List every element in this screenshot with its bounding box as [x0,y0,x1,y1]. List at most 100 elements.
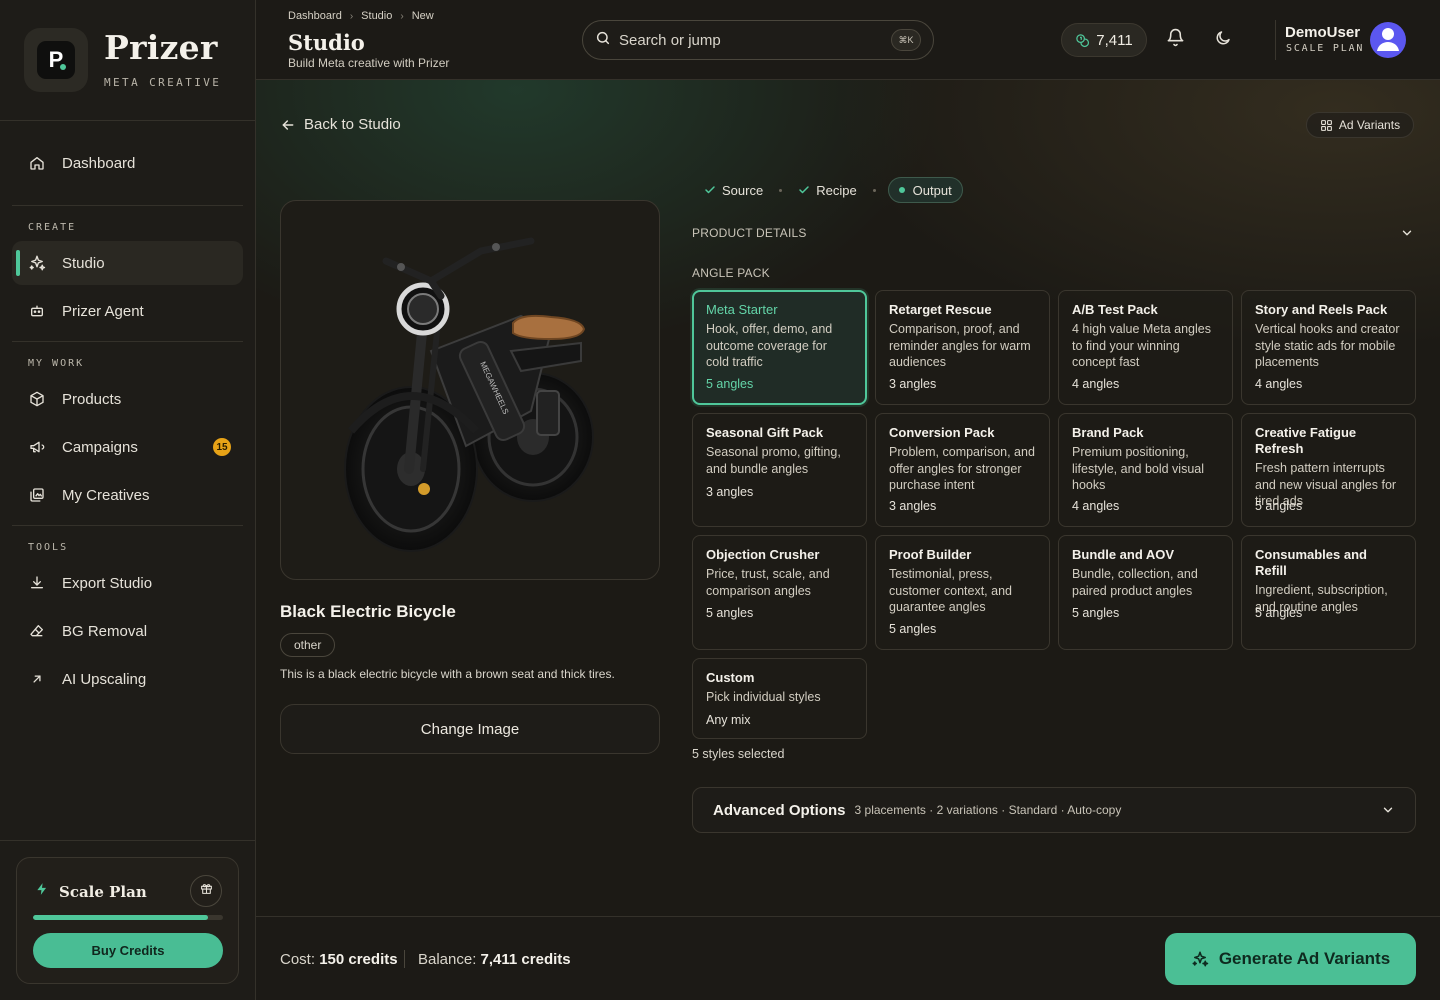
pack-angle-count: 4 angles [1072,499,1120,513]
pack-angle-count: 4 angles [1255,377,1303,391]
breadcrumb-studio[interactable]: Studio [361,10,392,22]
balance-summary: Balance: 7,411 credits [418,951,571,968]
breadcrumb-new: New [411,10,434,22]
step-source[interactable]: Source [700,177,767,203]
theme-toggle-button[interactable] [1211,28,1235,52]
product-details-header[interactable]: PRODUCT DETAILS [692,226,807,240]
back-label: Back to Studio [304,116,401,133]
step-output[interactable]: Output [887,177,963,203]
download-icon [28,574,46,592]
pack-angle-count: 3 angles [706,485,754,499]
footer-divider [404,950,405,968]
pack-card-bundle-aov[interactable]: Bundle and AOV Bundle, collection, and p… [1058,535,1233,650]
balance-label: Balance: [418,951,477,968]
product-image-card: MEGAWHEELS [280,200,660,580]
pack-description: Pick individual styles [706,690,821,704]
sidebar: P Prizer META CREATIVE Dashboard CREATE … [0,0,256,1000]
check-icon [798,184,810,196]
pack-card-ab-test[interactable]: A/B Test Pack 4 high value Meta angles t… [1058,290,1233,405]
advanced-options-summary: 3 placements · 2 variations · Standard ·… [854,803,1122,817]
search-input[interactable] [619,31,879,49]
pack-description: Problem, comparison, and offer angles fo… [889,445,1035,492]
product-description: This is a black electric bicycle with a … [280,667,615,681]
search-bar[interactable]: ⌘K [582,20,934,60]
credits-balance-pill[interactable]: 7,411 [1061,23,1147,57]
generate-ad-variants-button[interactable]: Generate Ad Variants [1165,933,1416,985]
top-bar: Dashboard › Studio › New Studio Build Me… [256,0,1440,80]
pack-description: Comparison, proof, and reminder angles f… [889,322,1031,369]
pack-card-custom[interactable]: Custom Pick individual styles Any mix [692,658,867,739]
product-details-toggle[interactable] [1400,226,1414,245]
pack-card-proof-builder[interactable]: Proof Builder Testimonial, press, custom… [875,535,1050,650]
pack-description: Seasonal promo, gifting, and bundle angl… [706,445,841,476]
angle-pack-label: ANGLE PACK [692,266,770,280]
section-label-create: CREATE [28,222,77,233]
sidebar-item-dashboard[interactable]: Dashboard [12,141,243,185]
step-separator [872,188,876,192]
sidebar-item-label: Export Studio [62,574,153,592]
sidebar-divider [12,205,243,206]
user-plan: SCALE PLAN [1286,43,1365,54]
change-image-button[interactable]: Change Image [280,704,660,754]
pack-title: Story and Reels Pack [1255,302,1388,317]
plan-usage-bar [33,915,223,920]
ad-variants-label: Ad Variants [1338,118,1401,132]
action-footer: Cost: 150 credits Balance: 7,411 credits… [256,916,1440,1000]
sidebar-item-my-creatives[interactable]: My Creatives [12,473,243,517]
lightning-icon [35,882,49,901]
step-recipe[interactable]: Recipe [794,177,860,203]
gift-button[interactable] [190,875,222,907]
sidebar-item-export-studio[interactable]: Export Studio [12,561,243,605]
sidebar-item-studio[interactable]: Studio [12,241,243,285]
pack-title: Meta Starter [706,302,778,317]
sidebar-item-label: Products [62,390,122,408]
sidebar-item-ai-upscaling[interactable]: AI Upscaling [12,657,243,701]
step-label: Recipe [816,182,857,198]
cost-value: 150 credits [319,951,398,968]
selected-styles-note: 5 styles selected [692,747,785,761]
pack-card-meta-starter[interactable]: Meta Starter Hook, offer, demo, and outc… [692,290,867,405]
robot-icon [28,302,46,320]
breadcrumb-dashboard[interactable]: Dashboard [288,10,342,22]
pack-angle-count: 5 angles [1255,606,1303,620]
section-label-my-work: MY WORK [28,358,85,369]
campaigns-count-badge: 15 [213,438,231,456]
pack-title: Conversion Pack [889,425,995,440]
search-shortcut-hint: ⌘K [891,29,921,51]
advanced-options-toggle[interactable]: Advanced Options 3 placements · 2 variat… [692,787,1416,833]
avatar[interactable] [1370,22,1406,58]
ad-variants-button[interactable]: Ad Variants [1306,112,1414,138]
pack-title: Brand Pack [1072,425,1144,440]
pack-title: Proof Builder [889,547,972,562]
pack-card-retarget-rescue[interactable]: Retarget Rescue Comparison, proof, and r… [875,290,1050,405]
pack-card-consumables-refill[interactable]: Consumables and Refill Ingredient, subsc… [1241,535,1416,650]
pack-card-brand[interactable]: Brand Pack Premium positioning, lifestyl… [1058,413,1233,527]
sidebar-item-prizer-agent[interactable]: Prizer Agent [12,289,243,333]
brand[interactable]: P Prizer META CREATIVE [24,28,221,92]
user-name[interactable]: DemoUser [1285,24,1360,41]
sidebar-item-bg-removal[interactable]: BG Removal [12,609,243,653]
buy-credits-button[interactable]: Buy Credits [33,933,223,968]
pack-card-story-reels[interactable]: Story and Reels Pack Vertical hooks and … [1241,290,1416,405]
pack-card-objection-crusher[interactable]: Objection Crusher Price, trust, scale, a… [692,535,867,650]
sidebar-item-products[interactable]: Products [12,377,243,421]
back-to-studio-link[interactable]: Back to Studio [280,116,401,133]
pack-angle-count: 5 angles [706,377,754,391]
sidebar-divider [0,840,255,841]
pack-description: Vertical hooks and creator style static … [1255,322,1400,369]
chevron-down-icon [1381,803,1395,817]
pack-card-creative-fatigue[interactable]: Creative Fatigue Refresh Fresh pattern i… [1241,413,1416,527]
notifications-button[interactable] [1163,28,1187,52]
balance-value: 7,411 credits [480,951,571,968]
pack-title: Consumables and Refill [1255,547,1367,578]
pack-title: Custom [706,670,755,685]
pack-card-conversion[interactable]: Conversion Pack Problem, comparison, and… [875,413,1050,527]
box-icon [28,390,46,408]
chevron-right-icon: › [349,10,354,22]
breadcrumb: Dashboard › Studio › New [288,10,434,22]
cost-summary: Cost: 150 credits [280,951,398,968]
pack-card-seasonal-gift[interactable]: Seasonal Gift Pack Seasonal promo, gifti… [692,413,867,527]
plan-title: Scale Plan [59,882,147,901]
sidebar-item-campaigns[interactable]: Campaigns 15 [12,425,243,469]
plan-usage-fill [33,915,208,920]
